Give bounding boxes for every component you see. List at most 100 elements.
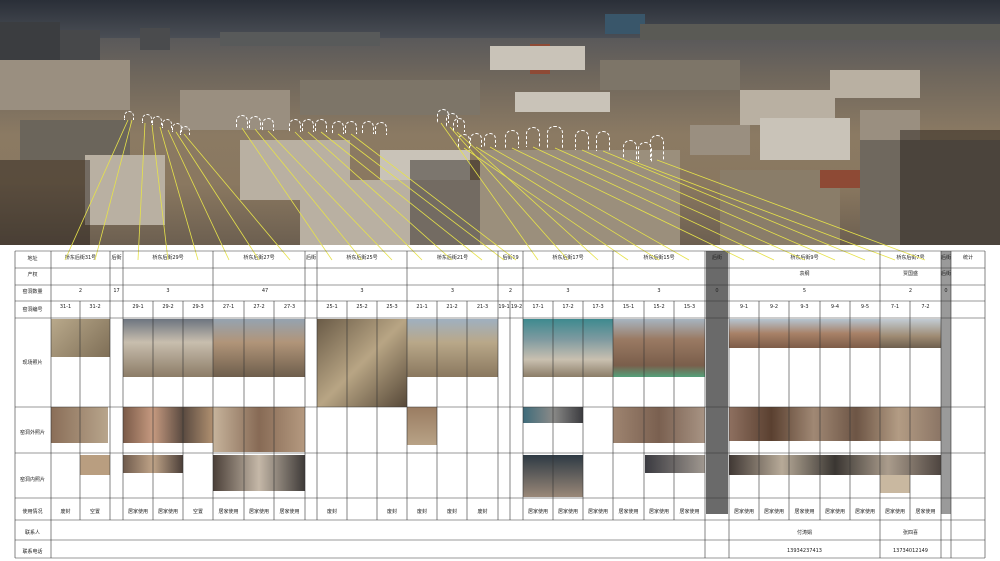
code-cell: 29-2 <box>162 304 174 310</box>
usage-cell: 废封 <box>60 509 71 515</box>
arch-marker <box>547 126 563 148</box>
usage-cell: 废封 <box>416 509 427 515</box>
exterior-photo <box>407 407 437 445</box>
usage-cell: 居家使用 <box>157 509 178 515</box>
arch-marker <box>315 119 327 132</box>
exterior-photo <box>123 407 213 443</box>
site-photo <box>317 319 407 407</box>
exterior-photo <box>613 407 705 443</box>
arch-marker <box>236 115 248 128</box>
code-cell: 15-1 <box>622 304 635 310</box>
row-label-contact: 联系人 <box>24 530 40 536</box>
usage-cell: 居家使用 <box>824 509 845 515</box>
row-label-exterior: 窑洞外照片 <box>19 430 45 436</box>
arch-marker <box>484 133 496 147</box>
interior-photo <box>729 455 941 475</box>
arch-marker <box>470 133 482 147</box>
phone-cell: 13734012149 <box>893 548 928 554</box>
row-label-usage: 使用情况 <box>22 509 43 515</box>
ownership-cell: 后街 <box>941 271 952 277</box>
address-cell: 桥东后街25号 <box>346 255 378 261</box>
arch-marker <box>332 121 344 134</box>
site-photo <box>213 319 305 377</box>
address-cell: 桥东后街29号 <box>152 255 184 261</box>
site-photo <box>123 319 213 377</box>
site-photo <box>523 319 613 377</box>
usage-cell: 空置 <box>192 509 203 515</box>
code-cell: 15-2 <box>653 304 665 310</box>
count-cell: 47 <box>261 288 269 294</box>
address-cell: 后街19 <box>502 255 519 261</box>
code-cell: 9-4 <box>830 304 840 310</box>
row-label-code: 窑洞编号 <box>22 307 43 313</box>
code-cell: 17-3 <box>592 304 604 310</box>
row-label-ownership: 产权 <box>27 272 38 278</box>
usage-cell: 居家使用 <box>915 509 936 515</box>
row-label-address: 地址 <box>27 256 38 262</box>
arch-marker <box>458 134 470 148</box>
usage-cell: 居家使用 <box>587 509 608 515</box>
code-cell: 27-1 <box>222 304 235 310</box>
code-cell: 9-5 <box>860 304 870 310</box>
address-cell: 桥东后街17号 <box>552 255 584 261</box>
arch-marker <box>162 119 172 128</box>
arch-marker <box>505 130 519 148</box>
row-label-site-photo: 现场照片 <box>22 360 43 366</box>
usage-cell: 居家使用 <box>127 509 148 515</box>
code-cell: 27-2 <box>253 304 265 310</box>
count-cell: 3 <box>566 288 570 294</box>
usage-cell: 居家使用 <box>763 509 784 515</box>
usage-cell: 居家使用 <box>884 509 905 515</box>
interior-photo <box>523 455 583 497</box>
phone-cell: 13934237413 <box>787 548 822 554</box>
interior-photo <box>123 455 183 473</box>
usage-cell: 居家使用 <box>854 509 875 515</box>
address-cell: 桥东后街31号 <box>64 255 97 261</box>
arch-marker <box>596 131 610 151</box>
address-cell: 后街 <box>711 255 722 261</box>
arch-marker <box>345 121 357 134</box>
code-cell: 25-3 <box>386 304 398 310</box>
code-cell: 21-3 <box>476 304 489 310</box>
code-cell: 17-1 <box>532 304 544 310</box>
usage-cell: 废封 <box>386 509 397 515</box>
row-label-count: 窑洞数量 <box>22 289 43 295</box>
count-cell: 17 <box>113 288 120 294</box>
count-cell: 5 <box>802 288 807 294</box>
code-cell: 21-2 <box>446 304 458 310</box>
address-cell: 桥东后街27号 <box>243 255 275 261</box>
usage-cell: 居家使用 <box>648 509 669 515</box>
address-cell: 桥东后街15号 <box>643 255 675 261</box>
count-cell: 2 <box>508 288 513 294</box>
usage-cell: 居家使用 <box>794 509 815 515</box>
site-photo <box>729 319 880 348</box>
site-photo <box>51 319 110 357</box>
usage-cell: 居家使用 <box>733 509 754 515</box>
code-cell: 17-2 <box>562 304 574 310</box>
code-cell: 19-1 <box>498 304 510 310</box>
usage-cell: 居家使用 <box>679 509 700 515</box>
address-cell: 桥东后街7号 <box>896 255 925 261</box>
arch-marker <box>180 126 190 135</box>
arch-marker <box>623 140 637 160</box>
code-cell: 29-1 <box>132 304 144 310</box>
code-cell: 25-2 <box>356 304 368 310</box>
interior-photo <box>645 455 705 473</box>
address-cell: 桥东后街9号 <box>790 255 819 261</box>
count-cell: 3 <box>360 288 364 294</box>
code-cell: 9-3 <box>800 304 809 310</box>
ownership-cell: 贾国盛 <box>902 271 918 277</box>
usage-cell: 废封 <box>477 509 488 515</box>
code-cell: 7-1 <box>890 304 900 310</box>
usage-cell: 居家使用 <box>527 509 548 515</box>
arch-marker <box>142 114 152 123</box>
arch-marker <box>575 130 589 150</box>
survey-table: 地址 产权 窑洞数量 窑洞编号 现场照片 窑洞外照片 窑洞内照片 使用情况 联系… <box>0 245 1000 561</box>
count-cell: 3 <box>166 288 170 294</box>
arch-marker <box>249 116 261 129</box>
contact-cell: 张四喜 <box>902 530 918 536</box>
arch-marker <box>262 118 274 131</box>
code-cell: 29-3 <box>192 304 204 310</box>
site-photo <box>613 319 705 377</box>
count-cell: 2 <box>908 288 913 294</box>
